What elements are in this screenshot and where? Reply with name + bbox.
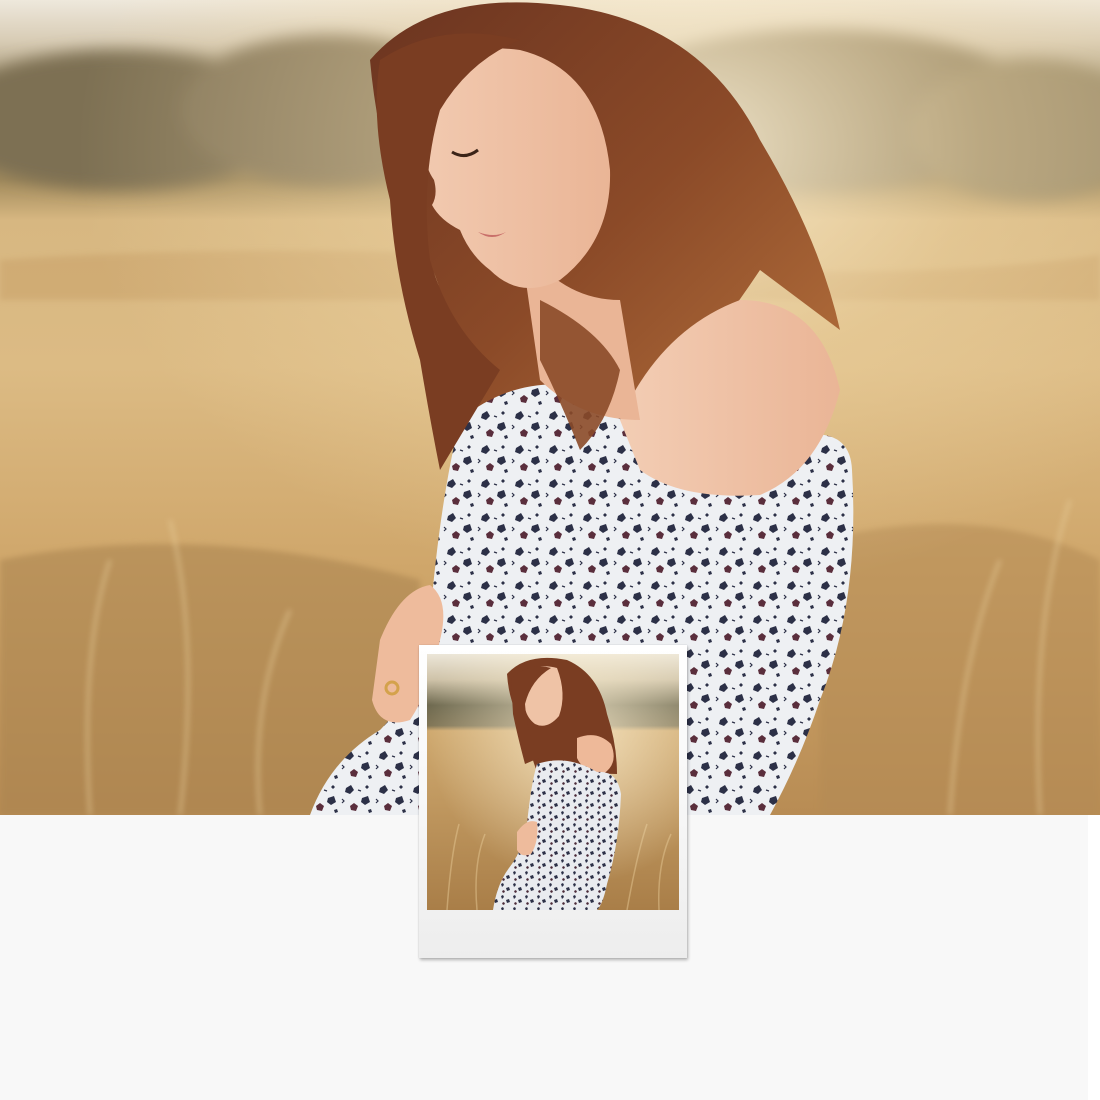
polaroid-frame bbox=[419, 645, 687, 958]
right-margin-strip bbox=[1088, 815, 1100, 1100]
photo-collage bbox=[0, 0, 1100, 1100]
polaroid-photo-illustration bbox=[427, 654, 679, 910]
polaroid-photo bbox=[427, 654, 679, 910]
